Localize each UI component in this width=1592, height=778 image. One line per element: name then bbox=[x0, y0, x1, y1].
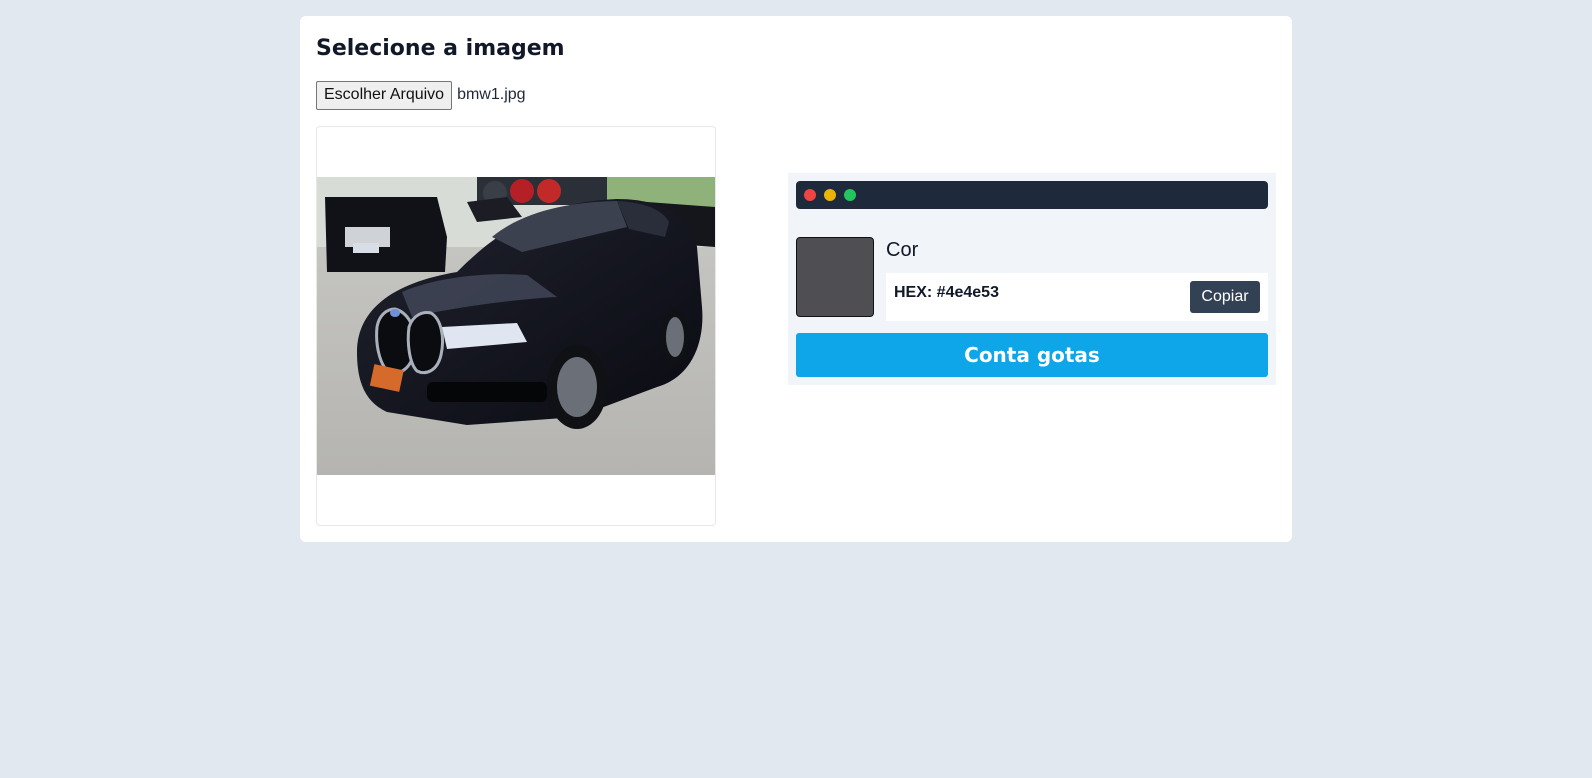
minimize-dot-icon bbox=[824, 189, 836, 201]
hex-value-box: HEX: #4e4e53 Copiar bbox=[886, 273, 1268, 321]
selected-file-name: bmw1.jpg bbox=[457, 86, 526, 103]
color-picker-panel: Cor HEX: #4e4e53 Copiar Conta gotas bbox=[788, 173, 1276, 385]
image-preview[interactable] bbox=[316, 126, 716, 526]
eyedropper-button[interactable]: Conta gotas bbox=[796, 333, 1268, 377]
picker-titlebar bbox=[796, 181, 1268, 209]
color-result-row: Cor HEX: #4e4e53 Copiar bbox=[796, 237, 1268, 321]
file-input-row: Escolher Arquivo bmw1.jpg bbox=[316, 80, 1276, 110]
page-title: Selecione a imagem bbox=[316, 36, 565, 61]
main-card: Selecione a imagem Escolher Arquivo bmw1… bbox=[300, 16, 1292, 542]
color-swatch bbox=[796, 237, 874, 317]
car-photo[interactable] bbox=[317, 177, 715, 475]
choose-file-button[interactable]: Escolher Arquivo bbox=[316, 80, 453, 110]
color-label: Cor bbox=[886, 239, 919, 261]
close-dot-icon bbox=[804, 189, 816, 201]
maximize-dot-icon bbox=[844, 189, 856, 201]
hex-value-text: HEX: #4e4e53 bbox=[894, 284, 999, 301]
copy-button[interactable]: Copiar bbox=[1190, 281, 1260, 313]
